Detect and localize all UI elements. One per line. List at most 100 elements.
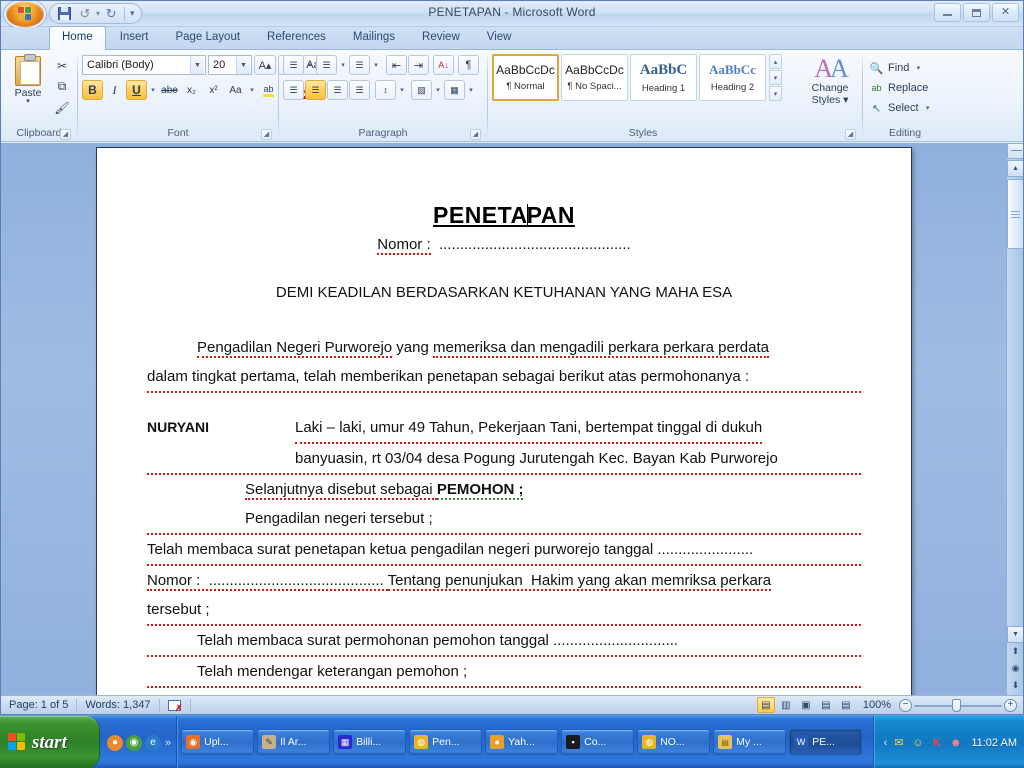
- document-canvas[interactable]: PENETAPAN Nomor : ......................…: [1, 143, 1023, 714]
- select-dropdown[interactable]: ▾: [923, 104, 933, 112]
- underline-dropdown[interactable]: ▾: [148, 86, 158, 94]
- increase-indent-button[interactable]: ⇥: [408, 55, 429, 75]
- paragraph-dialog-launcher[interactable]: ◢: [470, 129, 481, 140]
- decrease-indent-button[interactable]: ⇤: [386, 55, 407, 75]
- scrollbar-thumb[interactable]: [1007, 179, 1023, 249]
- document-page[interactable]: PENETAPAN Nomor : ......................…: [96, 147, 912, 714]
- font-size-combobox[interactable]: 20 ▼: [208, 55, 252, 75]
- scroll-down-button[interactable]: ▼: [1007, 626, 1023, 643]
- task-button-upl[interactable]: ◉ Upl...: [181, 729, 255, 755]
- format-painter-button[interactable]: 🖌: [51, 98, 73, 117]
- select-button[interactable]: ↖ Select ▾: [867, 98, 933, 118]
- clipboard-dialog-launcher[interactable]: ◢: [60, 129, 71, 140]
- strikethrough-button[interactable]: abe: [159, 80, 180, 100]
- line-spacing-button[interactable]: ↕: [375, 80, 396, 100]
- align-center-button[interactable]: ☰: [305, 80, 326, 100]
- select-browse-object-button[interactable]: ◉: [1007, 660, 1023, 677]
- change-styles-button[interactable]: AA Change Styles ▾: [802, 54, 858, 116]
- task-button-billi[interactable]: ▦ Billi...: [333, 729, 407, 755]
- borders-dropdown[interactable]: ▾: [466, 86, 476, 94]
- tab-insert[interactable]: Insert: [107, 26, 162, 49]
- paste-button[interactable]: Paste ▾: [5, 54, 51, 116]
- view-outline-button[interactable]: ▤: [817, 697, 835, 713]
- zoom-out-button[interactable]: −: [899, 698, 912, 712]
- task-button-no[interactable]: ◍ NO...: [637, 729, 711, 755]
- kaspersky-icon[interactable]: K: [929, 735, 944, 750]
- view-web-layout-button[interactable]: ▣: [797, 697, 815, 713]
- multilevel-dropdown[interactable]: ▾: [371, 61, 381, 69]
- next-page-button[interactable]: ⬇: [1007, 677, 1023, 694]
- replace-button[interactable]: ab Replace: [867, 78, 928, 98]
- show-formatting-marks-button[interactable]: ¶: [458, 55, 479, 75]
- task-button-pen[interactable]: ◍ Pen...: [409, 729, 483, 755]
- paste-dropdown-arrow[interactable]: ▾: [26, 98, 30, 105]
- page-indicator[interactable]: Page: 1 of 5: [1, 697, 76, 714]
- task-button-il-ar[interactable]: ✎ Il Ar...: [257, 729, 331, 755]
- close-button[interactable]: ✕: [992, 3, 1019, 22]
- tab-page-layout[interactable]: Page Layout: [162, 26, 253, 49]
- shading-dropdown[interactable]: ▾: [433, 86, 443, 94]
- change-case-button[interactable]: Aa: [225, 80, 246, 100]
- split-window-button[interactable]: [1007, 143, 1023, 159]
- start-button[interactable]: start: [0, 716, 100, 768]
- zoom-in-button[interactable]: +: [1004, 698, 1017, 712]
- word-count[interactable]: Words: 1,347: [77, 697, 158, 714]
- previous-page-button[interactable]: ⬆: [1007, 643, 1023, 660]
- tab-review[interactable]: Review: [409, 26, 473, 49]
- font-size-chevron-down-icon[interactable]: ▼: [236, 56, 250, 74]
- text-highlight-button[interactable]: ab: [258, 80, 279, 100]
- media-icon[interactable]: ●: [107, 734, 123, 751]
- font-dialog-launcher[interactable]: ◢: [261, 129, 272, 140]
- tab-view[interactable]: View: [474, 26, 525, 49]
- mail-icon[interactable]: ✉: [891, 735, 906, 750]
- style-no-spacing[interactable]: AaBbCcDc ¶ No Spaci...: [561, 54, 628, 101]
- find-button[interactable]: 🔍 Find ▾: [867, 58, 923, 78]
- view-full-screen-reading-button[interactable]: ▥: [777, 697, 795, 713]
- multilevel-list-button[interactable]: ☰: [349, 55, 370, 75]
- shading-button[interactable]: ▨: [411, 80, 432, 100]
- grow-font-button[interactable]: A▴: [254, 55, 276, 75]
- numbering-dropdown[interactable]: ▾: [338, 61, 348, 69]
- sort-button[interactable]: A↓: [433, 55, 454, 75]
- italic-button[interactable]: I: [104, 80, 125, 100]
- styles-scroll-up-button[interactable]: ▴: [769, 54, 782, 69]
- tray-expand-chevron-icon[interactable]: ‹: [884, 737, 888, 749]
- change-case-dropdown[interactable]: ▾: [247, 86, 257, 94]
- tab-home[interactable]: Home: [49, 26, 106, 50]
- styles-scroll-down-button[interactable]: ▾: [769, 70, 782, 85]
- style-heading-1[interactable]: AaBbC Heading 1: [630, 54, 697, 101]
- task-button-my[interactable]: ▤ My ...: [713, 729, 787, 755]
- bold-button[interactable]: B: [82, 80, 103, 100]
- internet-explorer-icon[interactable]: e: [145, 734, 161, 751]
- cut-button[interactable]: ✂: [51, 56, 73, 75]
- yahoo-messenger-icon[interactable]: ☻: [948, 735, 963, 750]
- task-button-yah[interactable]: ● Yah...: [485, 729, 559, 755]
- view-print-layout-button[interactable]: ▤: [756, 697, 775, 713]
- styles-more-button[interactable]: ▾: [769, 86, 782, 101]
- chrome-icon[interactable]: ◉: [126, 734, 142, 751]
- zoom-level-label[interactable]: 100%: [857, 699, 897, 711]
- task-button-pe[interactable]: W PE...: [789, 729, 863, 755]
- proofing-status-button[interactable]: [160, 697, 190, 714]
- task-button-co[interactable]: ▪ Co...: [561, 729, 635, 755]
- style-normal[interactable]: AaBbCcDc ¶ Normal: [492, 54, 559, 101]
- taskbar-clock[interactable]: 11:02 AM: [967, 737, 1017, 749]
- styles-dialog-launcher[interactable]: ◢: [845, 129, 856, 140]
- scroll-up-button[interactable]: ▲: [1007, 160, 1023, 177]
- copy-button[interactable]: ⧉: [51, 77, 73, 96]
- bullets-button[interactable]: ☰: [283, 55, 304, 75]
- minimize-button[interactable]: [934, 3, 961, 22]
- vertical-scrollbar[interactable]: ▲ ▼ ⬆ ◉ ⬇: [1006, 143, 1023, 695]
- tab-mailings[interactable]: Mailings: [340, 26, 408, 49]
- superscript-button[interactable]: x²: [203, 80, 224, 100]
- align-left-button[interactable]: ☰: [283, 80, 304, 100]
- align-right-button[interactable]: ☰: [327, 80, 348, 100]
- style-heading-2[interactable]: AaBbCc Heading 2: [699, 54, 766, 101]
- messenger-icon[interactable]: ☺: [910, 735, 925, 750]
- view-draft-button[interactable]: ▤: [837, 697, 855, 713]
- bullets-dropdown[interactable]: ▾: [305, 61, 315, 69]
- line-spacing-dropdown[interactable]: ▾: [397, 86, 407, 94]
- subscript-button[interactable]: x₂: [181, 80, 202, 100]
- zoom-slider-handle[interactable]: [952, 698, 961, 712]
- restore-button[interactable]: [963, 3, 990, 22]
